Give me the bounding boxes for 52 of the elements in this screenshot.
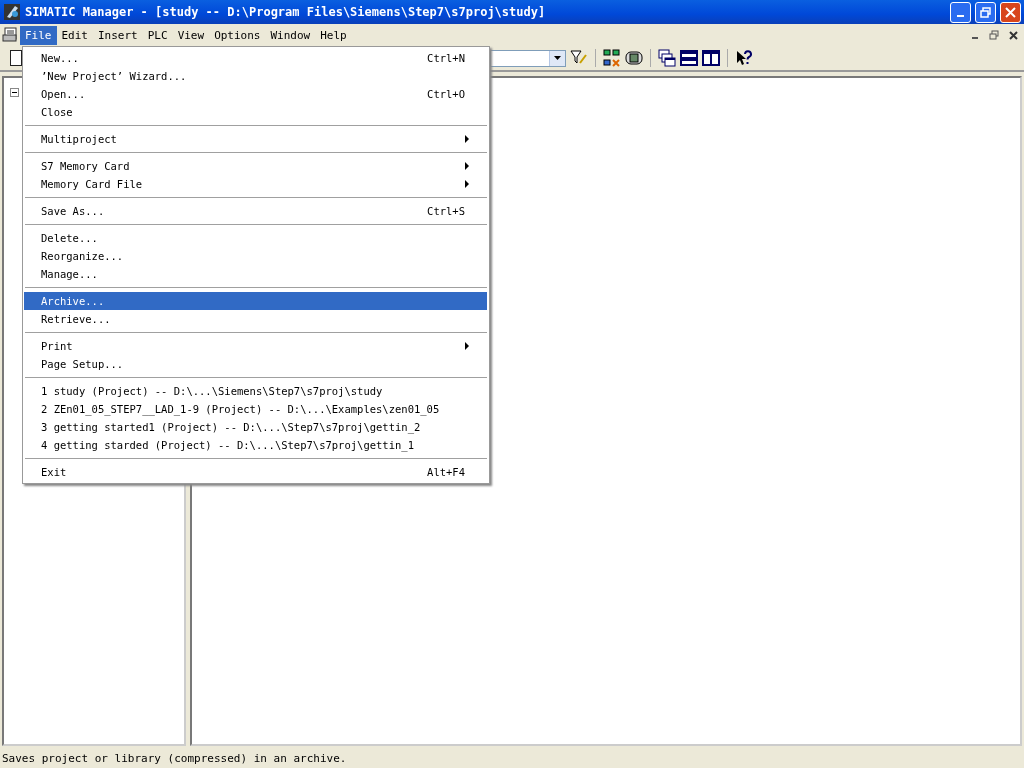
menu-item[interactable]: Open... Ctrl+O (24, 85, 487, 103)
status-text: Saves project or library (compressed) in an archive. (2, 751, 347, 765)
menu-item[interactable]: Delete... (24, 229, 487, 247)
menu-item[interactable]: 4 getting starded (Project) -- D:\...\Step7\s7proj\gettin_1 (24, 436, 487, 454)
menu-item[interactable]: PLC (142, 25, 173, 45)
collapse-icon[interactable] (10, 88, 19, 97)
app-logo-icon (3, 3, 21, 21)
menu-item[interactable]: Retrieve... (24, 310, 487, 328)
menu-item[interactable]: Options (209, 25, 266, 45)
close-icon (1008, 30, 1018, 40)
menu-item[interactable]: Close (24, 103, 487, 121)
menu-item[interactable]: Manage... (24, 265, 487, 283)
menu-item[interactable]: Reorganize... (24, 247, 487, 265)
menu-item[interactable]: Insert (93, 25, 143, 45)
close-icon (1005, 6, 1016, 18)
minimize-button[interactable] (950, 1, 971, 23)
filter-icon[interactable] (570, 49, 588, 67)
network-icon[interactable] (603, 49, 621, 67)
dropdown-field[interactable] (490, 49, 566, 67)
tile-vertical-icon[interactable] (702, 49, 720, 67)
window-title: SIMATIC Manager - [study -- D:\Program Files\Siemens\Step7\s7proj\study] (25, 5, 547, 19)
menu-item[interactable]: Memory Card File (24, 175, 487, 193)
restore-button[interactable] (975, 1, 996, 23)
close-button[interactable] (1000, 1, 1021, 23)
menu-item[interactable]: Multiproject (24, 130, 487, 148)
menu-item[interactable]: Help (315, 25, 352, 45)
menu-item[interactable]: 1 study (Project) -- D:\...\Siemens\Step7\s7proj\study (24, 382, 487, 400)
menu-item[interactable]: Save As... Ctrl+S (24, 202, 487, 220)
menu-item[interactable]: Window (265, 25, 316, 45)
menu-item[interactable]: 3 getting started1 (Project) -- D:\...\Step7\s7proj\gettin_2 (24, 418, 487, 436)
child-restore-button[interactable] (986, 28, 1002, 42)
minimize-icon (972, 37, 978, 39)
restore-icon (989, 30, 999, 40)
menu-item[interactable]: Print (24, 337, 487, 355)
menu-item[interactable]: 2 ZEn01_05_STEP7__LAD_1-9 (Project) -- D:\...\Examples\zen01_05 (24, 400, 487, 418)
menu-item[interactable]: File (20, 25, 57, 45)
menu-item[interactable]: Page Setup... (24, 355, 487, 373)
cascade-icon[interactable] (658, 49, 676, 67)
menu-item[interactable]: Exit Alt+F4 (24, 463, 487, 481)
tile-horizontal-icon[interactable] (680, 49, 698, 67)
new-document-icon[interactable] (10, 50, 22, 66)
module-icon[interactable] (625, 49, 643, 67)
menu-item[interactable]: ’New Project’ Wizard... (24, 67, 487, 85)
help-pointer-icon[interactable] (735, 49, 753, 67)
menu-item[interactable]: Edit (56, 25, 93, 45)
restore-icon (980, 6, 991, 18)
dropdown-arrow-icon (554, 56, 561, 60)
menu-item[interactable]: S7 Memory Card (24, 157, 487, 175)
menu-item[interactable]: View (172, 25, 210, 45)
menu-item[interactable]: New... Ctrl+N (24, 49, 487, 67)
menu-item[interactable]: Archive... (24, 292, 487, 310)
minimize-icon (957, 14, 964, 17)
